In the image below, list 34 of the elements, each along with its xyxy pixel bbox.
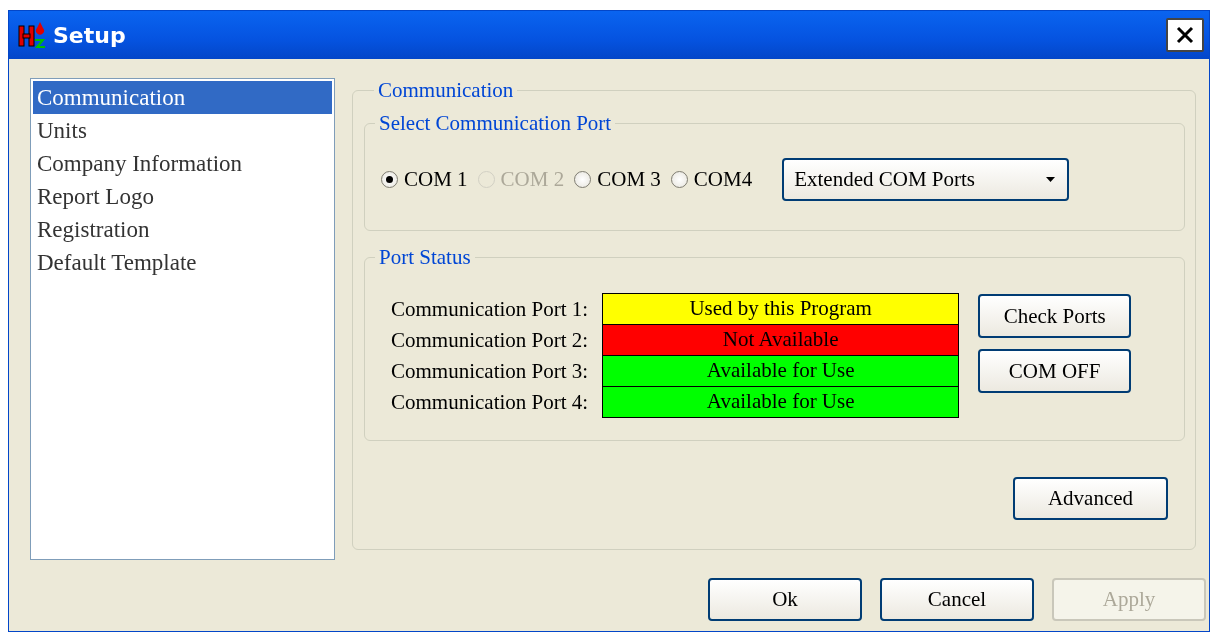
radio-button[interactable] xyxy=(381,171,398,188)
radio-button[interactable] xyxy=(670,171,688,188)
port-label: Communication Port 4: xyxy=(391,389,589,416)
app-logo-icon xyxy=(17,20,47,50)
close-button[interactable] xyxy=(1166,18,1204,52)
group-title: Select Communication Port xyxy=(378,111,613,136)
port-status-cell: Not Available xyxy=(602,324,960,356)
radio-label[interactable]: COM 1 xyxy=(404,167,468,192)
group-title: Port Status xyxy=(378,245,472,270)
group-title: Communication xyxy=(377,78,515,103)
dialog-button[interactable]: Cancel xyxy=(880,578,1034,621)
advanced-button[interactable]: Advanced xyxy=(1013,477,1168,520)
sidebar-item[interactable]: Report Logo xyxy=(33,180,332,213)
sidebar-item[interactable]: Registration xyxy=(33,213,332,246)
radio-button[interactable] xyxy=(574,171,592,188)
sidebar-item[interactable]: Company Information xyxy=(33,147,332,180)
sidebar-item[interactable]: Default Template xyxy=(33,246,332,279)
radio-label[interactable]: COM4 xyxy=(693,167,753,192)
dialog-button[interactable]: Ok xyxy=(708,578,862,621)
sidebar-item[interactable]: Communication xyxy=(33,81,332,114)
close-icon xyxy=(1175,25,1195,45)
caret-icon xyxy=(1046,177,1056,182)
port-label: Communication Port 1: xyxy=(391,296,589,323)
port-status-cell: Available for Use xyxy=(602,386,960,418)
port-label: Communication Port 2: xyxy=(391,327,589,354)
radio-label[interactable]: COM 3 xyxy=(597,167,661,192)
extended-com-ports-dropdown[interactable]: Extended COM Ports xyxy=(782,158,1070,201)
port-status-cell: Available for Use xyxy=(602,355,960,387)
window-title: Setup xyxy=(53,22,127,48)
port-action-button[interactable]: Check Ports xyxy=(978,294,1132,338)
port-label: Communication Port 3: xyxy=(391,358,589,385)
sidebar-item[interactable]: Units xyxy=(33,114,332,147)
port-status-cell: Used by this Program xyxy=(602,293,960,325)
port-action-button[interactable]: COM OFF xyxy=(978,349,1132,393)
